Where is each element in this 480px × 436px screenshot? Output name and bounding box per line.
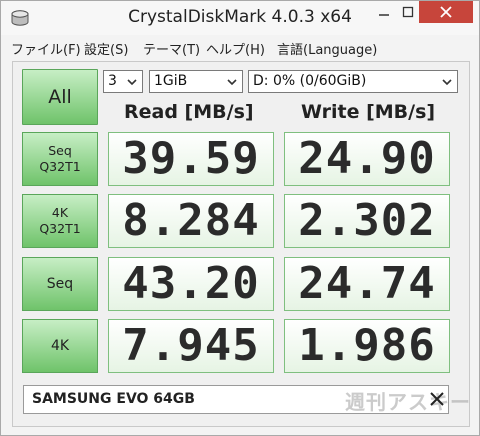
chevron-down-icon — [227, 79, 237, 86]
maximize-button[interactable] — [395, 1, 421, 23]
seq-button[interactable]: Seq — [22, 257, 98, 311]
read-header: Read [MB/s] — [124, 101, 254, 123]
chevron-down-icon — [442, 79, 452, 86]
watermark: 週刊アスキー — [345, 390, 471, 414]
all-button[interactable]: All — [22, 69, 98, 125]
menu-bar: ファイル(F) 設定(S) テーマ(T) ヘルプ(H) 言語(Language) — [1, 35, 479, 59]
seq-q32t1-button[interactable]: Seq Q32T1 — [22, 132, 98, 186]
4k-read-value: 7.945 — [108, 319, 274, 373]
row-label-line2: Q32T1 — [39, 159, 81, 174]
chevron-down-icon — [127, 79, 137, 86]
row-label-line1: 4K — [50, 338, 70, 354]
menu-theme[interactable]: テーマ(T) — [143, 39, 200, 58]
4k-write-value: 1.986 — [284, 319, 450, 373]
drive-value: D: 0% (0/60GiB) — [253, 73, 367, 89]
x-icon[interactable] — [427, 389, 447, 409]
close-button[interactable] — [419, 1, 473, 23]
row-label-line1: Seq — [46, 276, 74, 292]
test-count-select[interactable]: 3 — [103, 70, 143, 93]
seq-q32t1-read-value: 39.59 — [108, 132, 274, 186]
test-size-value: 1GiB — [154, 73, 188, 89]
app-window: CrystalDiskMark 4.0.3 x64 ファイル(F) 設定(S) … — [0, 0, 480, 436]
drive-select[interactable]: D: 0% (0/60GiB) — [248, 70, 458, 93]
minimize-button[interactable] — [371, 1, 397, 23]
test-count-value: 3 — [108, 73, 117, 89]
row-label-line2: Q32T1 — [39, 221, 81, 236]
seq-q32t1-write-value: 24.90 — [284, 132, 450, 186]
maximize-icon — [402, 6, 414, 18]
4k-q32t1-button[interactable]: 4K Q32T1 — [22, 194, 98, 248]
write-header: Write [MB/s] — [301, 101, 436, 123]
row-label-line1: Seq — [48, 143, 72, 158]
menu-language[interactable]: 言語(Language) — [277, 39, 377, 58]
minimize-icon — [379, 14, 389, 16]
row-label-line1: 4K — [51, 205, 69, 220]
menu-help[interactable]: ヘルプ(H) — [206, 39, 265, 58]
menu-file[interactable]: ファイル(F) — [11, 39, 81, 58]
close-icon — [440, 6, 452, 18]
4k-q32t1-read-value: 8.284 — [108, 194, 274, 248]
menu-settings[interactable]: 設定(S) — [84, 39, 128, 58]
seq-read-value: 43.20 — [108, 257, 274, 311]
title-bar: CrystalDiskMark 4.0.3 x64 — [1, 1, 479, 35]
test-size-select[interactable]: 1GiB — [149, 70, 243, 93]
4k-q32t1-write-value: 2.302 — [284, 194, 450, 248]
seq-write-value: 24.74 — [284, 257, 450, 311]
4k-button[interactable]: 4K — [22, 319, 98, 373]
